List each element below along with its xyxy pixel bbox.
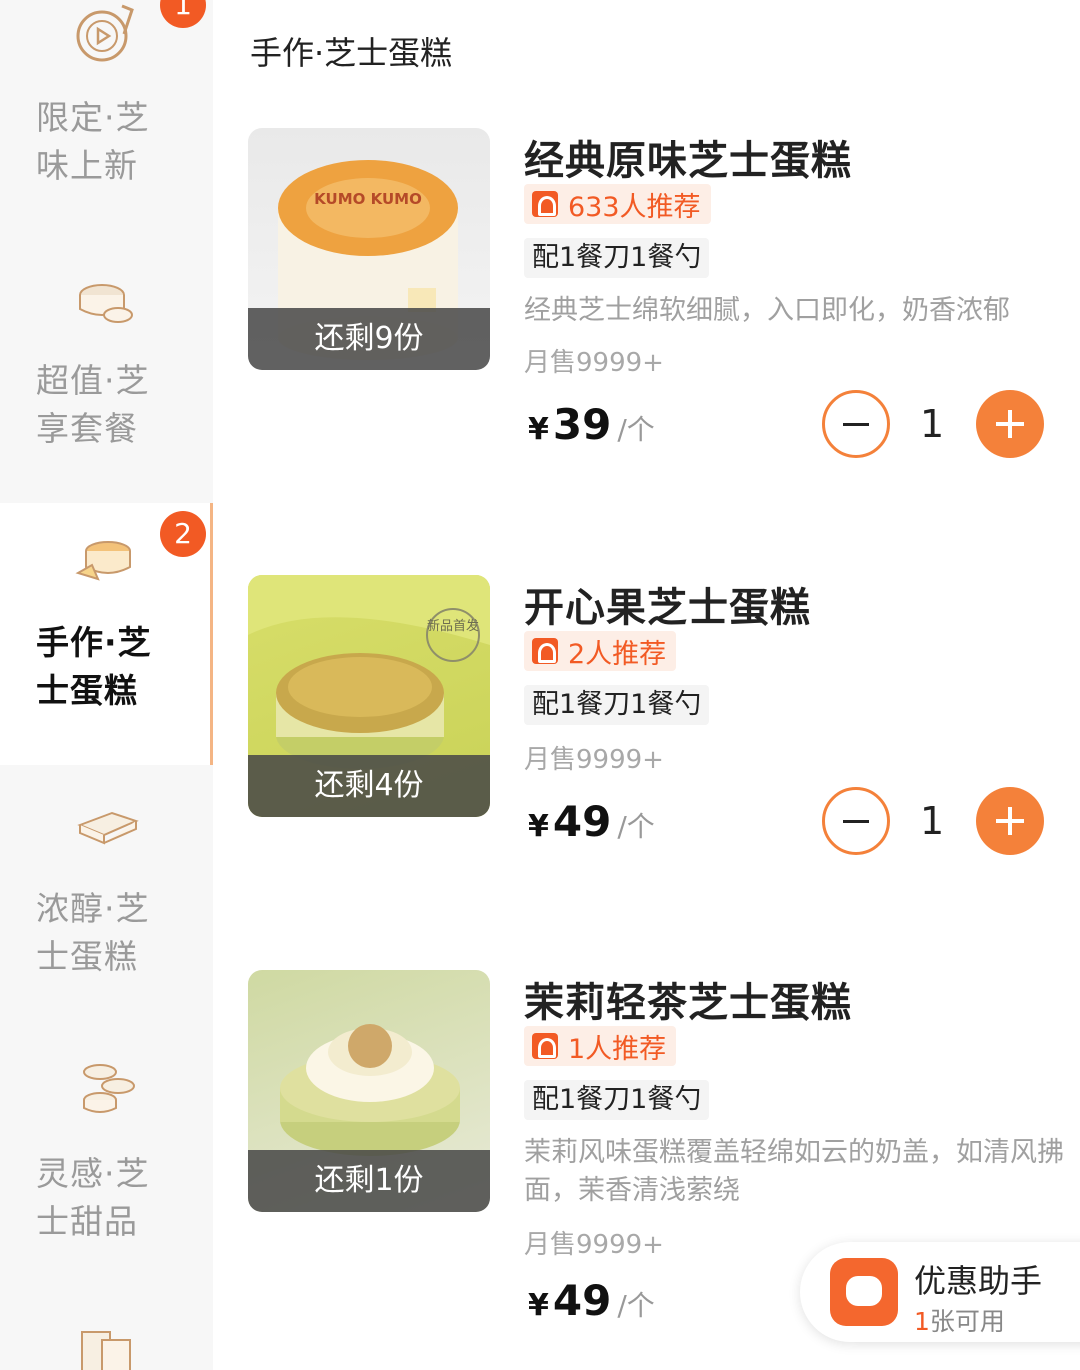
sidebar-item-more[interactable] — [0, 1300, 213, 1370]
record-player-icon — [76, 4, 134, 62]
coupon-available-count: 1张可用 — [914, 1307, 1005, 1336]
product-card-classic[interactable]: KUMO KUMO 还剩9份 经典原味芝士蛋糕 633人推荐 配1餐刀1餐勺 经… — [248, 128, 1068, 468]
cart-count-badge: 2 — [160, 511, 206, 557]
product-card-pistachio[interactable]: 新品首发 还剩4份 开心果芝士蛋糕 2人推荐 配1餐刀1餐勺 月售9999+ ¥… — [248, 575, 1068, 875]
product-price: ¥39/个 — [528, 400, 655, 449]
product-name: 经典原味芝士蛋糕 — [524, 138, 852, 184]
utensils-tag: 配1餐刀1餐勺 — [524, 1080, 710, 1120]
increase-quantity-button[interactable] — [976, 787, 1044, 855]
bag-icon — [81, 1331, 131, 1370]
decrease-quantity-button[interactable] — [822, 787, 890, 855]
active-indicator — [210, 503, 213, 765]
product-price: ¥49/个 — [528, 797, 655, 846]
sidebar-item-inspiration[interactable]: 灵感·芝 士甜品 — [0, 1030, 213, 1300]
coupon-helper-button[interactable]: 优惠助手 1张可用 — [800, 1242, 1080, 1342]
stock-remaining: 还剩4份 — [248, 755, 490, 817]
monthly-sales: 月售9999+ — [524, 348, 664, 378]
sidebar-item-label: 超值·芝 享套餐 — [36, 361, 150, 448]
utensils-tag: 配1餐刀1餐勺 — [524, 238, 710, 278]
cheese-bar-icon — [77, 811, 139, 845]
sidebar-item-combo[interactable]: 超值·芝 享套餐 — [0, 245, 213, 503]
recommend-badge: 633人推荐 — [524, 184, 711, 224]
dessert-stack-icon — [83, 1064, 135, 1113]
product-image[interactable]: KUMO KUMO 还剩9份 — [248, 128, 490, 370]
category-sidebar: 1 限定·芝 味上新 超值·芝 享套餐 2 手作·芝 士蛋糕 浓醇·芝 士蛋糕 … — [0, 0, 213, 1370]
decrease-quantity-button[interactable] — [822, 390, 890, 458]
utensils-tag: 配1餐刀1餐勺 — [524, 685, 710, 725]
product-price: ¥49/个 — [528, 1276, 655, 1325]
sidebar-item-label: 浓醇·芝 士蛋糕 — [36, 889, 150, 976]
quantity-value: 1 — [920, 799, 945, 843]
product-name: 茉莉轻茶芝士蛋糕 — [524, 980, 852, 1026]
product-image[interactable]: 新品首发 还剩4份 — [248, 575, 490, 817]
sidebar-item-label: 限定·芝 味上新 — [36, 98, 150, 185]
product-name: 开心果芝士蛋糕 — [524, 585, 811, 631]
stock-remaining: 还剩1份 — [248, 1150, 490, 1212]
section-title: 手作·芝士蛋糕 — [250, 34, 453, 72]
product-description: 经典芝士绵软细腻，入口即化，奶香浓郁 — [524, 295, 1010, 326]
monthly-sales: 月售9999+ — [524, 745, 664, 775]
sidebar-item-rich[interactable]: 浓醇·芝 士蛋糕 — [0, 765, 213, 1030]
sidebar-item-label: 手作·芝 士蛋糕 — [36, 623, 152, 710]
coupon-helper-icon — [830, 1258, 898, 1326]
cart-count-badge: 1 — [160, 0, 206, 28]
recommend-icon — [532, 1033, 558, 1059]
sidebar-item-label: 灵感·芝 士甜品 — [36, 1154, 150, 1241]
product-image[interactable]: 还剩1份 — [248, 970, 490, 1212]
product-description: 茉莉风味蛋糕覆盖轻绵如云的奶盖，如清风拂面，茉香清浅萦绕 — [524, 1137, 1064, 1206]
new-product-stamp: 新品首发 — [427, 618, 479, 634]
quantity-value: 1 — [920, 402, 945, 446]
cake-box-icon — [79, 284, 133, 323]
increase-quantity-button[interactable] — [976, 390, 1044, 458]
recommend-badge: 2人推荐 — [524, 631, 677, 671]
stock-remaining: 还剩9份 — [248, 308, 490, 370]
recommend-icon — [532, 191, 558, 217]
recommend-icon — [532, 638, 558, 664]
monthly-sales: 月售9999+ — [524, 1230, 664, 1260]
recommend-badge: 1人推荐 — [524, 1026, 677, 1066]
sidebar-item-handmade[interactable]: 2 手作·芝 士蛋糕 — [0, 503, 213, 765]
cake-brand-stamp: KUMO KUMO — [314, 190, 422, 208]
cheesecake-icon — [75, 541, 131, 581]
sidebar-item-limited[interactable]: 1 限定·芝 味上新 — [0, 0, 213, 245]
coupon-helper-title: 优惠助手 — [914, 1262, 1043, 1300]
